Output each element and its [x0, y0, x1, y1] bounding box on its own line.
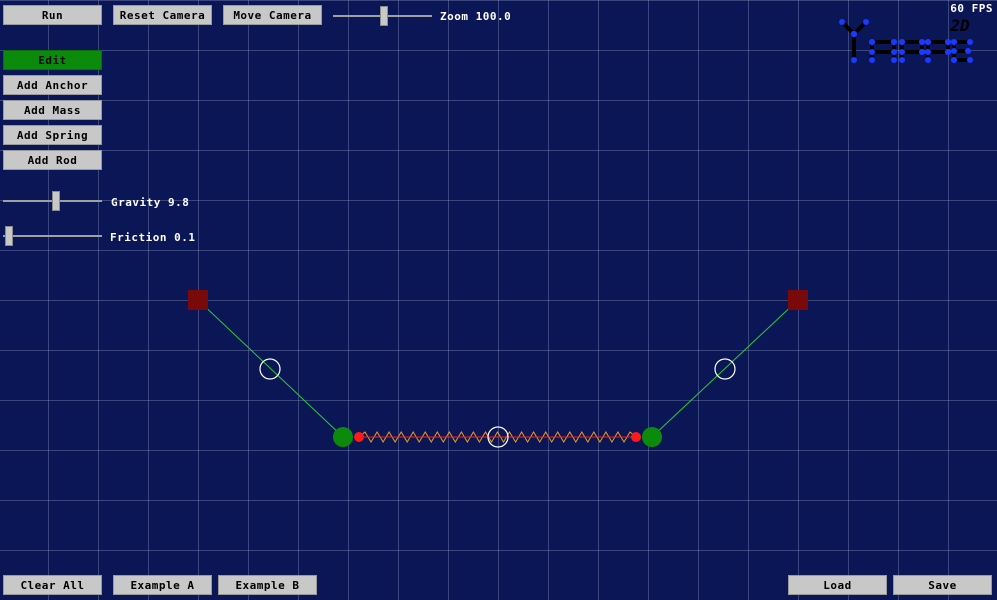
logo-dot	[891, 49, 897, 55]
logo-dot	[899, 57, 905, 63]
logo-dot	[891, 39, 897, 45]
logo-dot	[869, 49, 875, 55]
add-anchor-button[interactable]: Add Anchor	[3, 75, 102, 95]
friction-label: Friction 0.1	[110, 231, 196, 244]
small-mass-right[interactable]	[631, 432, 641, 442]
gravity-slider[interactable]	[3, 191, 102, 211]
logo-dot	[945, 39, 951, 45]
logo-dot	[899, 39, 905, 45]
logo-dot	[839, 19, 845, 25]
logo-dot	[925, 39, 931, 45]
example-a-button[interactable]: Example A	[113, 575, 212, 595]
move-camera-button[interactable]: Move Camera	[223, 5, 322, 25]
logo-dot	[863, 19, 869, 25]
mass-right[interactable]	[642, 427, 662, 447]
logo-dot	[951, 39, 957, 45]
logo-dot	[925, 57, 931, 63]
run-button[interactable]: Run	[3, 5, 102, 25]
logo-dot	[951, 57, 957, 63]
example-b-button[interactable]: Example B	[218, 575, 317, 595]
logo-suffix: 2D	[949, 16, 970, 35]
logo-dot	[965, 48, 971, 54]
friction-slider[interactable]	[3, 226, 102, 246]
reset-camera-button[interactable]: Reset Camera	[113, 5, 212, 25]
logo-dot	[899, 49, 905, 55]
anchor-right[interactable]	[788, 290, 808, 310]
rod-right[interactable]	[651, 299, 799, 438]
logo-dot	[891, 57, 897, 63]
zoom-slider[interactable]	[333, 6, 432, 26]
friction-slider-thumb[interactable]	[5, 226, 13, 246]
rod-left[interactable]	[197, 299, 344, 438]
small-mass-left[interactable]	[354, 432, 364, 442]
zoom-label: Zoom 100.0	[440, 10, 512, 23]
load-button[interactable]: Load	[788, 575, 887, 595]
logo-dot	[951, 48, 957, 54]
gravity-slider-thumb[interactable]	[52, 191, 60, 211]
clear-all-button[interactable]: Clear All	[3, 575, 102, 595]
save-button[interactable]: Save	[893, 575, 992, 595]
rod-left-handle[interactable]	[259, 358, 281, 380]
logo-dot	[925, 49, 931, 55]
logo-dot	[869, 39, 875, 45]
logo-dot	[945, 49, 951, 55]
add-spring-button[interactable]: Add Spring	[3, 125, 102, 145]
logo-dot	[967, 39, 973, 45]
logo-dot	[919, 39, 925, 45]
physics-editor: Run Reset Camera Move Camera Zoom 100.0 …	[0, 0, 997, 600]
add-mass-button[interactable]: Add Mass	[3, 100, 102, 120]
app-logo: 2D	[839, 16, 973, 63]
logo-dot	[851, 31, 857, 37]
add-rod-button[interactable]: Add Rod	[3, 150, 102, 170]
logo-dot	[967, 57, 973, 63]
edit-tool-button[interactable]: Edit	[3, 50, 102, 70]
mass-left[interactable]	[333, 427, 353, 447]
gravity-label: Gravity 9.8	[111, 196, 190, 209]
logo-dot	[851, 57, 857, 63]
friction-slider-track	[3, 235, 102, 237]
logo-dot	[919, 49, 925, 55]
simulation-canvas[interactable]	[0, 0, 997, 600]
zoom-slider-thumb[interactable]	[380, 6, 388, 26]
logo-dot	[869, 57, 875, 63]
anchor-left[interactable]	[188, 290, 208, 310]
